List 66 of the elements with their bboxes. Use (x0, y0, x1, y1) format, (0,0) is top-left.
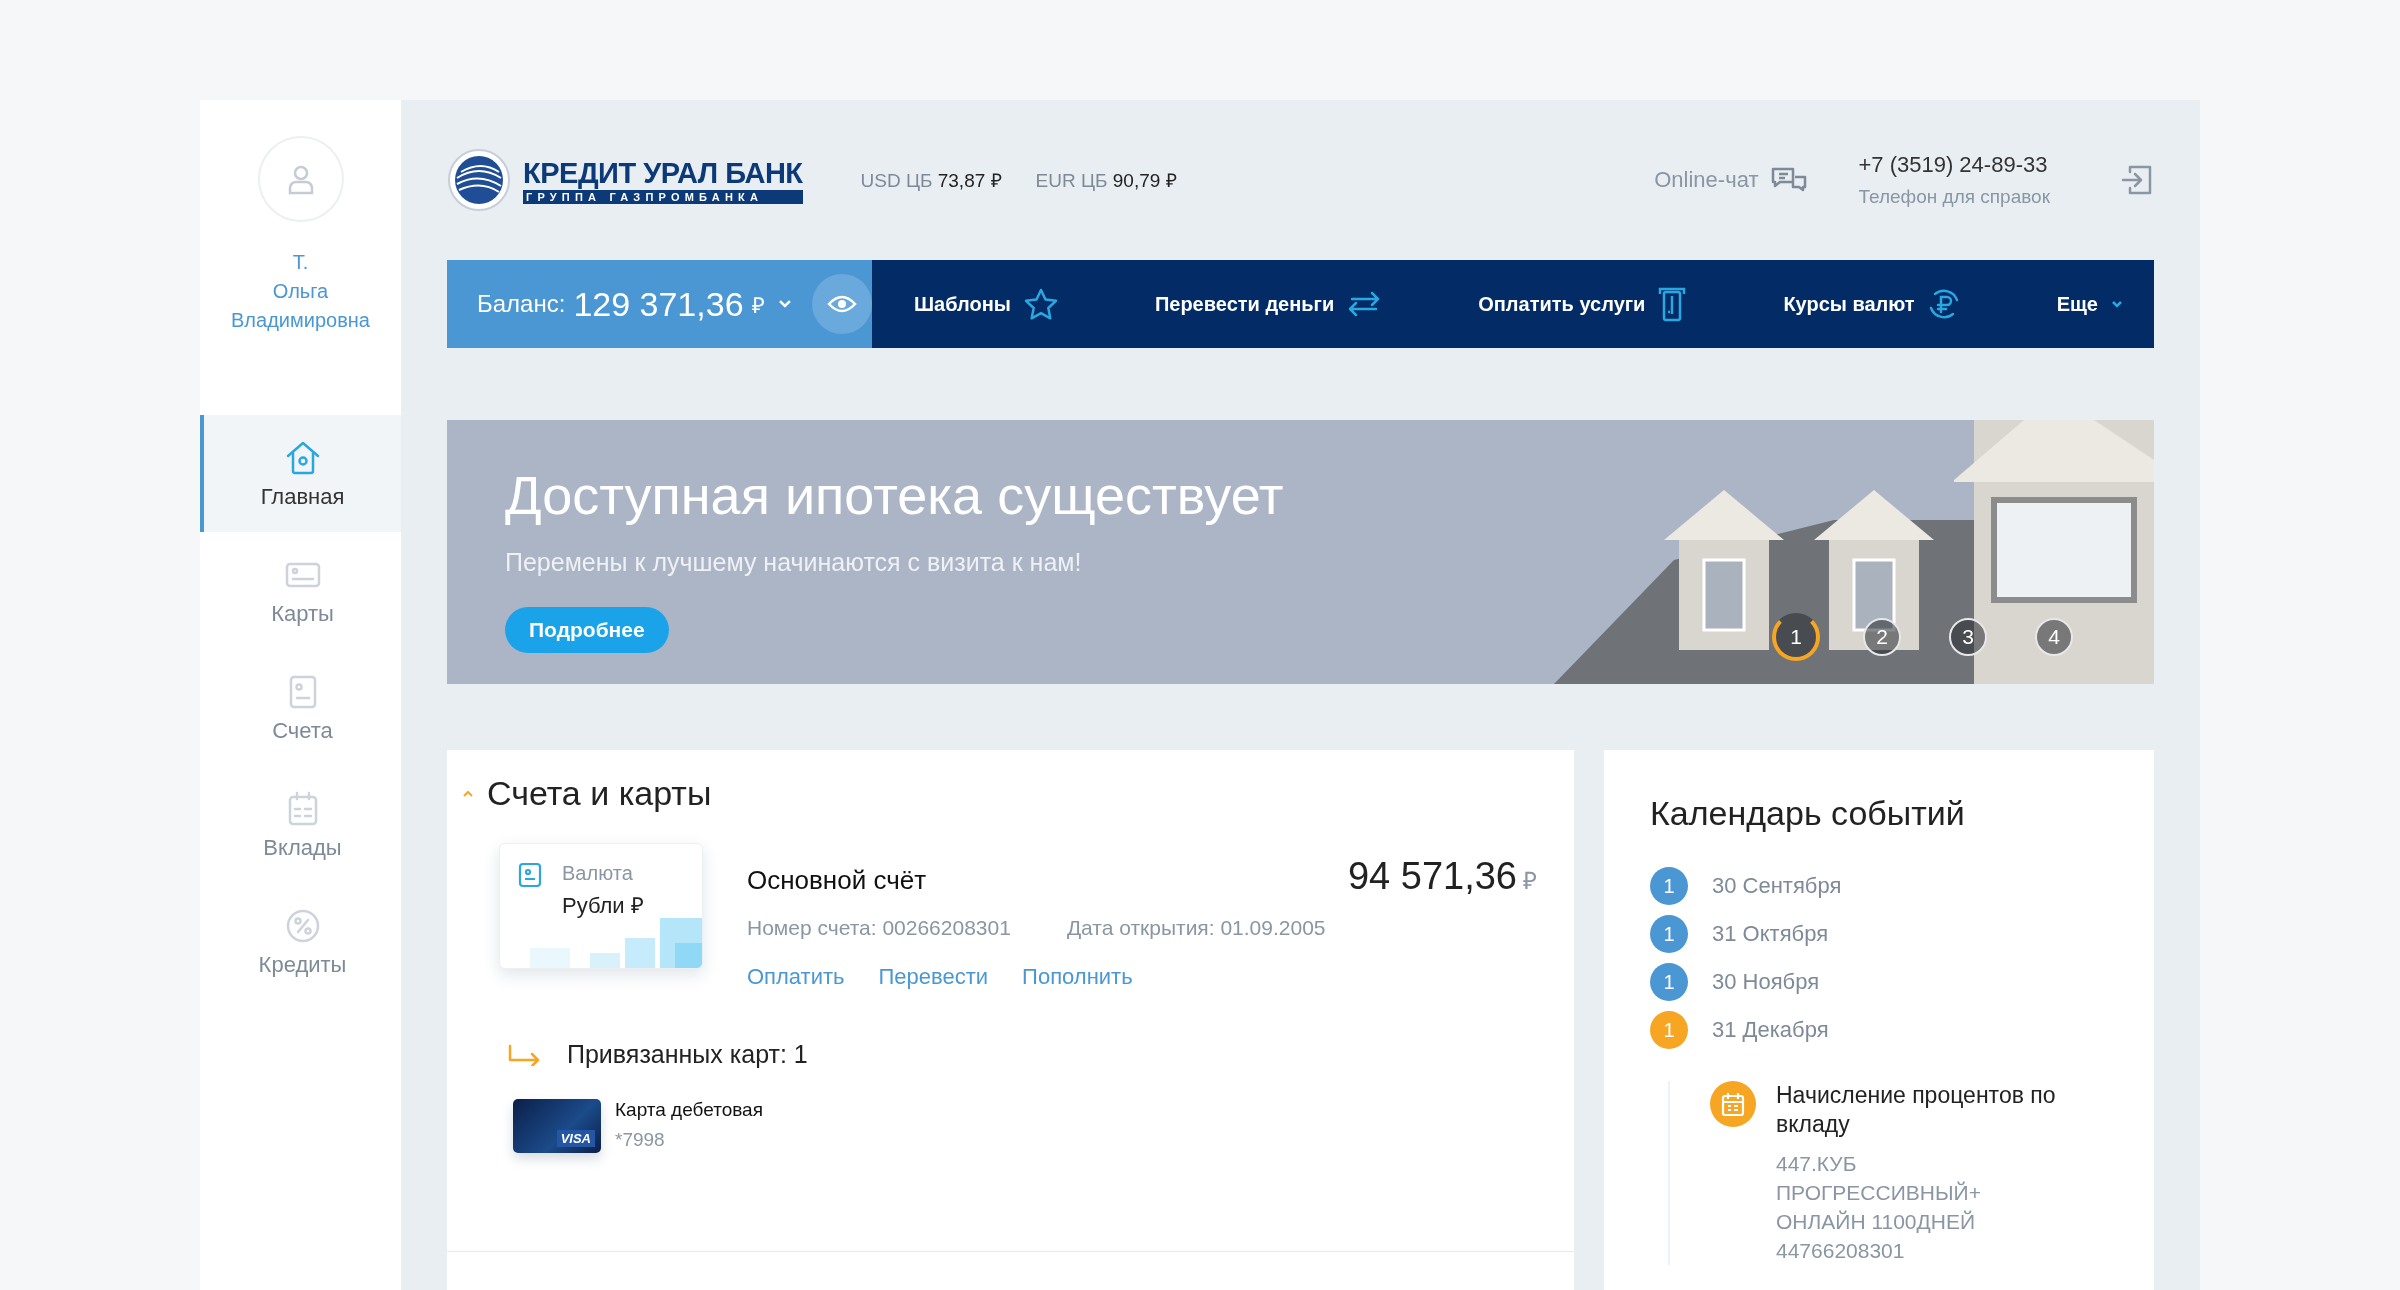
account-name[interactable]: Основной счёт (747, 865, 927, 896)
event-date[interactable]: 30 Ноября (1712, 969, 1820, 995)
logout-button[interactable] (2120, 163, 2154, 197)
event-count-badge: 1 (1650, 1011, 1688, 1049)
event-date[interactable]: 31 Октября (1712, 921, 1829, 947)
phone-caption: Телефон для справок (1858, 186, 2050, 208)
nav-menu-item[interactable]: Оплатить услуги (1478, 286, 1688, 322)
nav-menu-item[interactable]: Перевести деньги (1154, 290, 1383, 318)
balance-label: Баланс: (477, 290, 566, 318)
nav-menu-item[interactable]: Шаблоны (914, 287, 1059, 321)
phone-number[interactable]: +7 (3519) 24-89-33 (1858, 152, 2050, 178)
sidebar-item[interactable]: Вклады (200, 766, 401, 883)
card-number: *7998 (615, 1129, 666, 1151)
currency-value: Рубли ₽ (562, 892, 644, 919)
currency-label: Валюта (562, 862, 634, 885)
sidebar-item[interactable]: Счета (200, 649, 401, 766)
account-number: Номер счета: 00266208301 (747, 916, 1011, 940)
show-balance-button[interactable] (812, 274, 872, 334)
banner-title: Доступная ипотека существует (505, 464, 1284, 526)
card-name[interactable]: Карта дебетовая (615, 1099, 763, 1121)
section-title: Счета и карты (487, 774, 712, 813)
online-chat-link[interactable]: Online-чат (1654, 165, 1809, 195)
event-date[interactable]: 30 Сентября (1712, 873, 1842, 899)
event-count-badge: 1 (1650, 963, 1688, 1001)
account-balance: 94 571,36₽ (1347, 855, 1537, 898)
avatar-icon (257, 136, 344, 222)
currency-sign: ₽ (751, 292, 765, 319)
terminal-icon (1657, 286, 1688, 322)
eye-icon (827, 294, 858, 314)
currency-card[interactable]: Валюта Рубли ₽ (499, 843, 703, 969)
more-button[interactable]: Подробнее (505, 607, 669, 653)
exchange-rate: USD ЦБ 73,87 ₽ (860, 169, 1002, 193)
balance-amount: 129 371,36 (573, 284, 744, 324)
section-title: Календарь событий (1650, 794, 1966, 833)
bank-logo[interactable]: КРЕДИТ УРАЛ БАНК ГРУППА ГАЗПРОМБАНКА (447, 148, 803, 212)
bank-card-image[interactable]: VISA (513, 1099, 601, 1153)
logout-icon (2120, 163, 2154, 197)
chevron-down-icon[interactable] (776, 298, 793, 310)
nav-menu-item[interactable]: Еще (2056, 292, 2124, 316)
banner-subtitle: Перемены к лучшему начинаются с визита к нам! (505, 548, 1082, 577)
event-date[interactable]: 31 Декабря (1712, 1017, 1829, 1043)
exchange-rate: EUR ЦБ 90,79 ₽ (1035, 169, 1177, 193)
account-action-link[interactable]: Пополнить (1022, 964, 1133, 990)
event-detail: 447.КУБ ПРОГРЕССИВНЫЙ+ ОНЛАЙН 1100ДНЕЙ 44766208301 (1776, 1151, 1982, 1264)
slide-indicator[interactable]: 3 (1949, 618, 1987, 656)
sidebar-item[interactable]: Кредиты (200, 883, 401, 1000)
slide-indicator[interactable]: 1 (1772, 613, 1820, 661)
event-count-badge: 1 (1650, 915, 1688, 953)
linked-cards-count: Привязанных карт: 1 (567, 1040, 808, 1069)
opening-date: Дата открытия: 01.09.2005 (1066, 916, 1326, 940)
star-icon (1022, 287, 1059, 321)
nav-menu-item[interactable]: Курсы валют (1783, 287, 1961, 321)
calendar-icon (1710, 1081, 1756, 1127)
account-icon (518, 862, 542, 888)
globe-icon (447, 148, 511, 212)
sidebar-item[interactable]: Карты (200, 532, 401, 649)
sidebar-item[interactable]: Главная (200, 415, 401, 532)
chevron-down-icon (2110, 299, 2124, 309)
slide-indicator[interactable]: 4 (2035, 618, 2073, 656)
account-action-link[interactable]: Оплатить (747, 964, 845, 990)
event-title: Начисление процентов по вкладу (1776, 1081, 2056, 1139)
event-count-badge: 1 (1650, 867, 1688, 905)
chevron-up-icon[interactable] (461, 788, 475, 799)
slide-indicator[interactable]: 2 (1863, 618, 1901, 656)
user-name[interactable]: Т. Ольга Владимировна (231, 248, 370, 335)
account-action-link[interactable]: Перевести (878, 964, 989, 990)
